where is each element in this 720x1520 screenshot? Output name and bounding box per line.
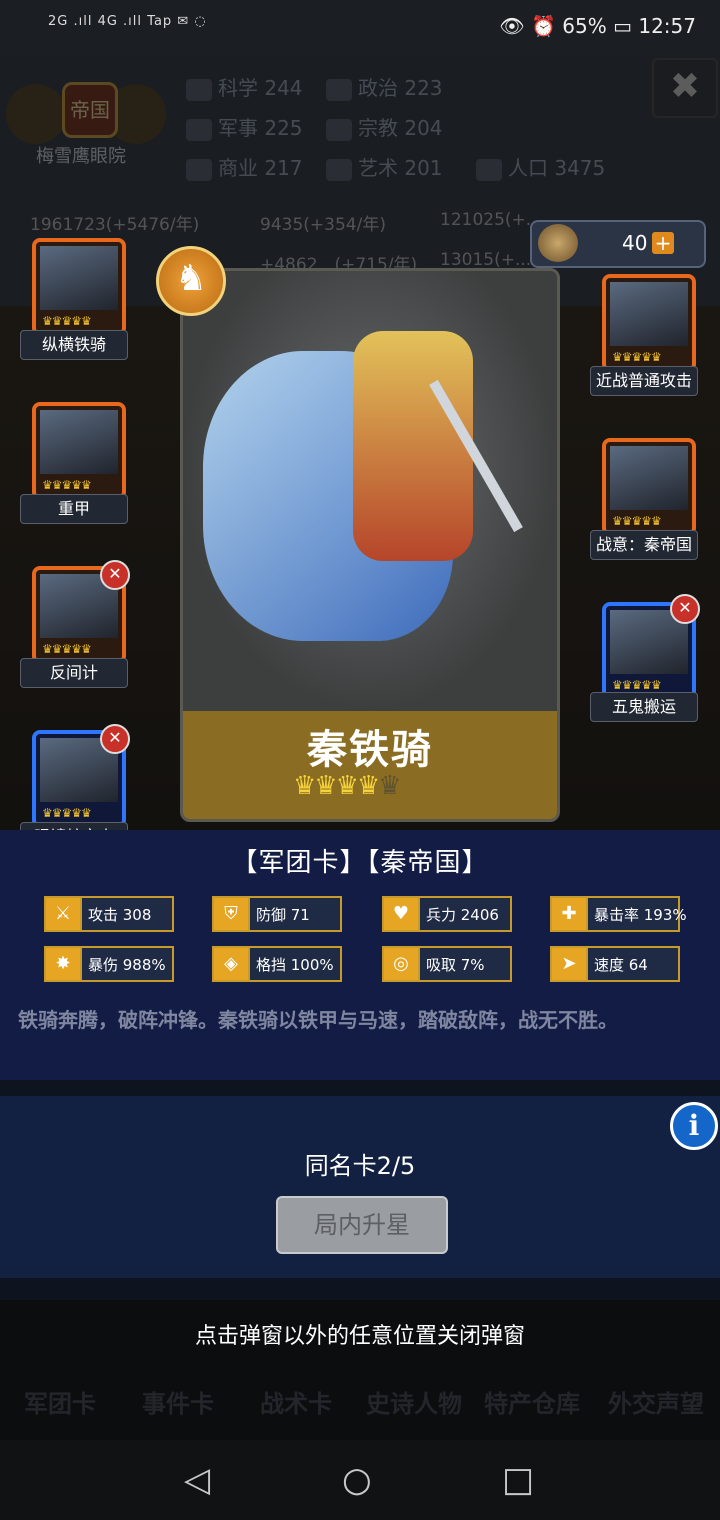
remove-icon[interactable]: ✕ [670, 594, 700, 624]
attr-drain: ◎ 吸取 7% [382, 946, 512, 982]
stat-religion: 宗教 204 [326, 112, 443, 141]
sword-icon: ⚔ [44, 896, 82, 932]
card-left-1[interactable]: ♛♛♛♛♛ [32, 238, 126, 336]
status-left: 2G .ıll 4G .ıll Tap ✉ ◌ [48, 14, 207, 29]
star-upgrade-button[interactable]: 局内升星 [276, 1196, 448, 1254]
stat-military: 军事 225 [186, 112, 303, 141]
cross-icon [326, 118, 352, 141]
card-label: 反间计 [20, 658, 128, 688]
stat-politics: 政治 223 [326, 72, 443, 101]
card-art [40, 410, 118, 474]
crowns-icon: ♛♛♛♛♛ [42, 806, 92, 820]
attr-speed: ➤ 速度 64 [550, 946, 680, 982]
card-art [40, 246, 118, 310]
info-icon[interactable]: i [670, 1102, 718, 1150]
laurel-icon [326, 158, 352, 181]
status-bar: 2G .ıll 4G .ıll Tap ✉ ◌ 👁 ⏰ 65% ▭ 12:57 [0, 0, 720, 56]
tab-legion-cards[interactable]: 军团卡 [0, 1384, 120, 1419]
card-art [610, 446, 688, 510]
tab-specialty-warehouse[interactable]: 特产仓库 [472, 1384, 592, 1419]
recents-icon[interactable]: □ [502, 1460, 534, 1500]
resource-extra-2: 13015(+... [440, 250, 532, 270]
home-icon[interactable]: ○ [342, 1460, 372, 1500]
card-right-2[interactable]: ♛♛♛♛♛ [602, 438, 696, 536]
token-counter[interactable]: 40 + [530, 220, 706, 268]
stat-population: 人口 3475 [476, 152, 605, 181]
heart-icon: ♥ [382, 896, 420, 932]
empire-badge: 帝国 [62, 82, 118, 138]
attr-crit-rate: ✚ 暴击率 193% [550, 896, 687, 932]
stat-commerce: 商业 217 [186, 152, 303, 181]
crit-icon: ✚ [550, 896, 588, 932]
rider-illustration [353, 331, 473, 561]
star-rating: ♛♛♛♛♛ [293, 771, 402, 801]
card-label: 重甲 [20, 494, 128, 524]
attr-attack: ⚔ 攻击 308 [44, 896, 174, 932]
block-icon: ◈ [212, 946, 250, 982]
attr-defense: ⛨ 防御 71 [212, 896, 342, 932]
card-right-1[interactable]: ♛♛♛♛♛ [602, 274, 696, 372]
card-label: 近战普通攻击 [590, 366, 698, 396]
card-art [610, 282, 688, 346]
crowns-icon: ♛♛♛♛♛ [612, 678, 662, 692]
knight-icon: ♞ [156, 246, 226, 316]
close-hint: 点击弹窗以外的任意位置关闭弹窗 [194, 1324, 525, 1349]
stat-art: 艺术 201 [326, 152, 443, 181]
attr-troops: ♥ 兵力 2406 [382, 896, 512, 932]
status-right: 👁 ⏰ 65% ▭ 12:57 [499, 14, 696, 38]
tab-event-cards[interactable]: 事件卡 [118, 1384, 238, 1419]
card-label: 战意：秦帝国 [590, 530, 698, 560]
crowns-icon: ♛♛♛♛♛ [42, 642, 92, 656]
remove-icon[interactable]: ✕ [100, 560, 130, 590]
unit-art [183, 271, 557, 711]
resource-gold: 1961723(+5476/年) [30, 215, 200, 235]
unit-name: 秦铁骑 [307, 727, 433, 773]
city-name: 梅雪鹰眼院 [36, 146, 126, 167]
tab-epic-figures[interactable]: 史诗人物 [354, 1384, 474, 1419]
crowns-icon: ♛♛♛♛♛ [42, 314, 92, 328]
attr-crit-damage: ✸ 暴伤 988% [44, 946, 174, 982]
attr-block: ◈ 格挡 100% [212, 946, 342, 982]
shield-icon: ⛨ [212, 896, 250, 932]
remove-icon[interactable]: ✕ [100, 724, 130, 754]
stat-science: 科学 244 [186, 72, 303, 101]
crowns-icon: ♛♛♛♛♛ [42, 478, 92, 492]
flavor-text: 铁骑奔腾，破阵冲锋。秦铁骑以铁甲与马速，踏破敌阵，战无不胜。 [18, 1008, 618, 1032]
tab-tactic-cards[interactable]: 战术卡 [236, 1384, 356, 1419]
scale-icon [186, 158, 212, 181]
boot-icon: ➤ [550, 946, 588, 982]
resource-iron: 121025(+... [440, 210, 542, 230]
card-left-2[interactable]: ♛♛♛♛♛ [32, 402, 126, 500]
swords-icon [186, 118, 212, 141]
wing-icon [6, 84, 66, 144]
crowns-icon: ♛♛♛♛♛ [612, 350, 662, 364]
token-count: 40 [622, 231, 648, 255]
close-button[interactable]: ✖ [652, 58, 718, 118]
add-icon[interactable]: + [652, 232, 674, 254]
unit-card: 秦铁骑 ♛♛♛♛♛ [180, 268, 560, 822]
crowns-icon: ♛♛♛♛♛ [612, 514, 662, 528]
card-tags: 【军团卡】【秦帝国】 [231, 848, 489, 878]
drain-icon: ◎ [382, 946, 420, 982]
crest-icon [538, 224, 578, 262]
person-icon [476, 158, 502, 181]
card-label: 五鬼搬运 [590, 692, 698, 722]
empire-emblem: 帝国 梅雪鹰眼院 [6, 64, 166, 174]
back-icon[interactable]: ◁ [184, 1460, 210, 1500]
burst-icon: ✸ [44, 946, 82, 982]
planet-icon [186, 78, 212, 101]
card-label: 纵横铁骑 [20, 330, 128, 360]
tab-diplomacy[interactable]: 外交声望 [596, 1384, 716, 1419]
building-icon [326, 78, 352, 101]
resource-food: 9435(+354/年) [260, 215, 386, 235]
duplicate-count: 同名卡2/5 [304, 1152, 416, 1180]
